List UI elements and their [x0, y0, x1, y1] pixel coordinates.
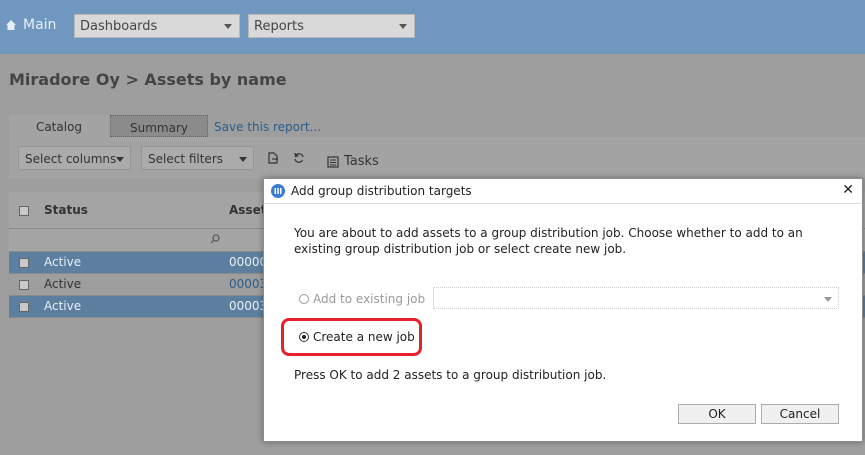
- chevron-down-icon: [116, 157, 124, 162]
- reports-dropdown-label: Reports: [254, 19, 304, 34]
- asset-column-header[interactable]: Asset: [229, 203, 266, 217]
- add-to-existing-option[interactable]: Add to existing job: [299, 292, 425, 306]
- tab-catalog[interactable]: Catalog: [9, 115, 109, 137]
- reports-dropdown[interactable]: Reports: [248, 14, 415, 38]
- row-checkbox[interactable]: [19, 302, 29, 312]
- create-new-job-option[interactable]: Create a new job: [299, 330, 415, 344]
- chevron-down-icon: [399, 24, 407, 29]
- chevron-down-icon: [224, 24, 232, 29]
- main-label: Main: [23, 17, 57, 33]
- cancel-button[interactable]: Cancel: [761, 404, 839, 424]
- create-new-job-label: Create a new job: [313, 330, 415, 344]
- save-report-link[interactable]: Save this report...: [214, 120, 321, 134]
- select-columns-dropdown[interactable]: Select columns: [18, 146, 131, 170]
- add-group-distribution-dialog: Add group distribution targets ✕ You are…: [263, 178, 863, 442]
- tasks-menu[interactable]: Tasks: [327, 154, 379, 169]
- select-all-checkbox[interactable]: [19, 206, 29, 216]
- select-filters-label: Select filters: [148, 152, 223, 166]
- status-column-header[interactable]: Status: [44, 203, 88, 217]
- ok-button[interactable]: OK: [678, 404, 756, 424]
- page-title: Miradore Oy > Assets by name: [9, 70, 287, 89]
- report-tabs: Catalog Summary Save this report...: [9, 115, 865, 137]
- search-icon[interactable]: [210, 234, 220, 244]
- dashboards-dropdown[interactable]: Dashboards: [74, 14, 240, 38]
- close-icon[interactable]: ✕: [842, 182, 854, 198]
- main-home-link[interactable]: Main: [5, 17, 56, 33]
- status-cell: Active: [44, 277, 82, 291]
- home-icon: [6, 20, 16, 30]
- dialog-note: Press OK to add 2 assets to a group dist…: [294, 368, 607, 382]
- chevron-down-icon: [824, 297, 832, 302]
- export-icon[interactable]: [267, 152, 279, 164]
- report-toolbar: Select columns Select filters Tasks: [9, 137, 865, 179]
- row-checkbox[interactable]: [19, 258, 29, 268]
- select-columns-label: Select columns: [25, 152, 117, 166]
- top-bar: Main Dashboards Reports: [0, 0, 865, 54]
- chevron-down-icon: [239, 157, 247, 162]
- add-to-existing-label: Add to existing job: [313, 292, 426, 306]
- dialog-title: Add group distribution targets: [291, 184, 472, 198]
- miradore-logo-icon: [271, 184, 285, 198]
- add-to-existing-radio[interactable]: [299, 294, 309, 304]
- status-cell: Active: [44, 255, 82, 269]
- tasks-icon: [327, 155, 339, 168]
- row-checkbox[interactable]: [19, 280, 29, 290]
- status-cell: Active: [44, 299, 82, 313]
- asset-cell[interactable]: 00000: [229, 255, 267, 269]
- tasks-label: Tasks: [344, 154, 379, 169]
- dashboards-dropdown-label: Dashboards: [80, 19, 158, 34]
- asset-cell[interactable]: 00003: [229, 299, 267, 313]
- dialog-message: You are about to add assets to a group d…: [294, 226, 803, 256]
- dialog-titlebar: Add group distribution targets ✕: [264, 179, 862, 204]
- refresh-icon[interactable]: [293, 152, 305, 164]
- create-new-job-radio[interactable]: [299, 332, 309, 342]
- tab-summary[interactable]: Summary: [110, 115, 208, 137]
- select-filters-dropdown[interactable]: Select filters: [141, 146, 254, 170]
- existing-job-select[interactable]: [433, 287, 839, 309]
- asset-cell[interactable]: 00003: [229, 277, 267, 291]
